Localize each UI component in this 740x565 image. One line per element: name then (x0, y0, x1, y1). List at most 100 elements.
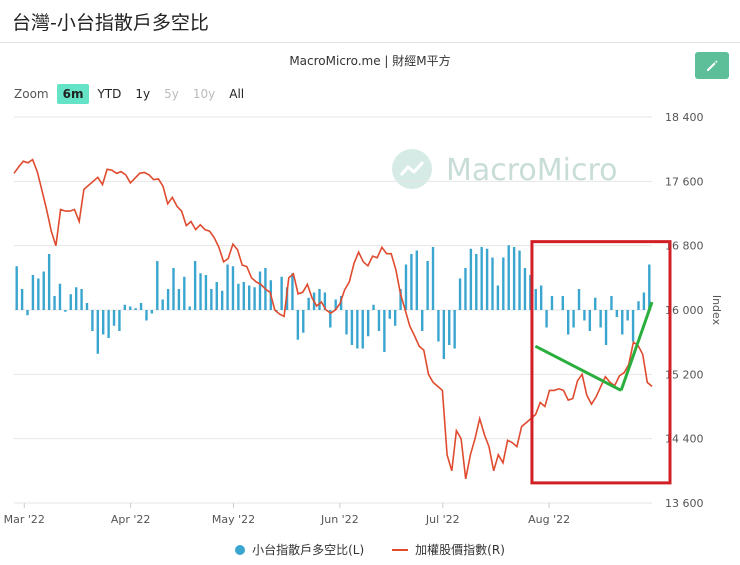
ratio-bar (42, 271, 45, 310)
x-tick-label: Jun '22 (320, 513, 359, 526)
ratio-bar (421, 310, 424, 331)
ratio-bar (458, 278, 462, 310)
ratio-bar (210, 289, 213, 310)
legend-label-line: 加權股價指數(R) (415, 543, 505, 557)
ratio-bar (199, 273, 202, 310)
ratio-bar (220, 290, 224, 310)
ratio-bar (426, 261, 429, 310)
ratio-bar (139, 303, 143, 310)
ratio-bar (453, 310, 456, 349)
ratio-bar (80, 289, 83, 310)
ratio-bar (469, 248, 473, 310)
ratio-bar (112, 310, 116, 326)
ratio-bar (156, 261, 159, 310)
ratio-bar (502, 257, 505, 310)
ratio-bar (393, 310, 397, 326)
ratio-bar (604, 310, 608, 345)
ratio-bar (345, 310, 348, 335)
x-tick-label: Mar '22 (4, 513, 45, 526)
ratio-bar (150, 310, 154, 314)
chart-plot: MacroMicro18 40017 60016 80016 00015 200… (4, 111, 723, 526)
ratio-bar (166, 289, 170, 310)
ratio-bar (583, 310, 586, 321)
ratio-bar (53, 296, 56, 310)
ratio-bar (377, 310, 381, 331)
ratio-bar (85, 303, 89, 310)
ratio-bar (20, 289, 24, 310)
ratio-bar (145, 310, 148, 321)
ratio-bar (621, 310, 624, 335)
ratio-bar (15, 266, 18, 310)
ratio-bar (226, 264, 229, 310)
y-tick-label: 18 400 (665, 111, 704, 124)
trend-line (534, 344, 622, 392)
ratio-bar (183, 276, 186, 310)
x-tick-label: May '22 (212, 513, 255, 526)
ratio-bar (588, 310, 592, 331)
legend-item-line[interactable]: 加權股價指數(R) (392, 541, 505, 558)
ratio-bar (215, 282, 218, 310)
y-axis-title: Index (710, 295, 723, 326)
trend-line (619, 301, 654, 391)
ratio-bar (637, 301, 640, 310)
ratio-bar (512, 247, 516, 310)
ratio-bar (118, 310, 121, 331)
ratio-bar (356, 310, 359, 349)
ratio-bar (296, 310, 300, 340)
ratio-bar (566, 310, 570, 335)
ratio-bar (448, 310, 451, 345)
ratio-bar (491, 257, 494, 310)
ratio-bar (237, 283, 240, 310)
legend-bar-symbol (235, 544, 246, 555)
ratio-bar (523, 268, 527, 310)
ratio-bar (134, 308, 137, 310)
ratio-bar (383, 310, 386, 352)
ratio-bar (437, 310, 440, 342)
ratio-bar (485, 248, 489, 310)
ratio-bar (302, 310, 305, 333)
ratio-bar (74, 287, 78, 310)
legend-item-bars[interactable]: 小台指散戶多空比(L) (235, 541, 364, 558)
ratio-bar (307, 297, 310, 310)
x-tick-label: Jul '22 (425, 513, 460, 526)
ratio-bar (561, 296, 564, 310)
ratio-bar (361, 310, 364, 349)
ratio-bar (129, 306, 132, 310)
ratio-bar (26, 310, 29, 316)
ratio-bar (280, 276, 283, 310)
ratio-bar (123, 304, 127, 310)
watermark-text: MacroMicro (446, 153, 618, 188)
ratio-bar (253, 287, 256, 310)
ratio-bar (366, 310, 370, 337)
ratio-bar (615, 310, 619, 317)
ratio-bar (496, 285, 500, 310)
ratio-bar (431, 247, 435, 310)
ratio-bar (291, 273, 294, 310)
ratio-bar (404, 264, 408, 310)
ratio-bar (161, 299, 164, 310)
ratio-bar (204, 275, 208, 310)
ratio-bar (572, 310, 575, 328)
ratio-bar (464, 268, 467, 310)
ratio-bar (626, 310, 629, 321)
ratio-bar (188, 306, 191, 310)
ratio-bar (577, 289, 581, 310)
y-tick-label: 13 600 (665, 497, 704, 510)
y-tick-label: 17 600 (665, 175, 704, 188)
chart-legend: 小台指散戶多空比(L) 加權股價指數(R) (0, 541, 740, 558)
ratio-bar (642, 292, 646, 310)
legend-label-bars: 小台指散戶多空比(L) (252, 543, 365, 557)
ratio-bar (545, 310, 548, 328)
ratio-bar (31, 275, 35, 310)
ratio-bar (550, 296, 554, 310)
ratio-bar (610, 296, 613, 310)
ratio-bar (47, 254, 51, 310)
ratio-bar (231, 266, 235, 310)
ratio-bar (507, 245, 510, 310)
ratio-bar (594, 297, 597, 310)
ratio-bar (37, 278, 40, 310)
ratio-bar (350, 310, 354, 345)
x-tick-label: Aug '22 (528, 513, 570, 526)
ratio-bar (64, 310, 67, 312)
ratio-bar (172, 268, 175, 310)
